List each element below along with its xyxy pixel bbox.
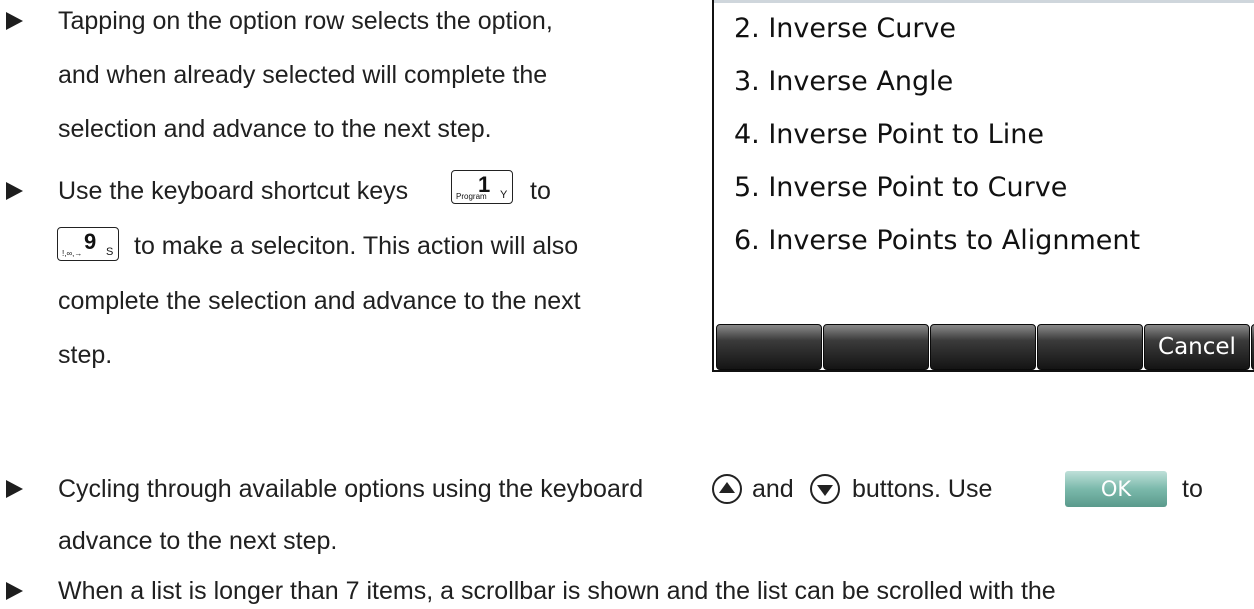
bullet3-line1d: to (1182, 475, 1203, 503)
bullet-icon (6, 182, 23, 200)
key-number: 9 (84, 229, 97, 254)
bullet3-line1a: Cycling through available options using … (58, 475, 644, 503)
bullet2-line3: complete the selection and advance to th… (58, 287, 581, 315)
softkey-1[interactable] (716, 324, 822, 370)
bullet2-line1b: to (530, 177, 551, 205)
key-1-icon: 1 Program Y (451, 170, 513, 204)
bullet2-line4: step. (58, 341, 113, 369)
bullet3-line1b: and (752, 475, 794, 503)
up-arrow-button-icon (712, 474, 742, 504)
bullet2-line1a: Use the keyboard shortcut keys (58, 177, 409, 205)
bullet1-line3: selection and advance to the next step. (58, 115, 492, 143)
key-alpha-label: S (106, 246, 114, 258)
softkey-bar: Cancel (714, 324, 1254, 370)
bullet3-line1c: buttons. Use (852, 475, 993, 503)
softkey-4[interactable] (1037, 324, 1143, 370)
bullet3-line2: advance to the next step. (58, 527, 338, 555)
bullet-icon (6, 582, 23, 600)
cancel-softkey[interactable]: Cancel (1144, 324, 1250, 370)
option-row[interactable]: 4. Inverse Point to Line (734, 118, 1044, 152)
key-9-icon: 9 !,∞,→ S (57, 227, 119, 261)
key-alpha-label: Y (500, 189, 508, 201)
option-row[interactable]: 5. Inverse Point to Curve (734, 171, 1067, 205)
bullet-icon (6, 12, 23, 30)
option-row[interactable]: 3. Inverse Angle (734, 65, 953, 99)
softkey-3[interactable] (930, 324, 1036, 370)
softkey-2[interactable] (823, 324, 929, 370)
down-arrow-button-icon (810, 474, 840, 504)
bullet2-line2: to make a seleciton. This action will al… (134, 232, 579, 260)
bullet1-line1: Tapping on the option row selects the op… (58, 7, 553, 35)
header-divider (714, 0, 1254, 3)
bullet-icon (6, 480, 23, 498)
ok-button-icon: OK (1065, 471, 1167, 507)
calculator-screen: 2. Inverse Curve 3. Inverse Angle 4. Inv… (712, 0, 1254, 372)
key-sub-label: Program (456, 192, 487, 201)
bullet1-line2: and when already selected will complete … (58, 61, 548, 89)
option-row[interactable]: 2. Inverse Curve (734, 12, 956, 46)
key-sub-label: !,∞,→ (62, 249, 83, 258)
option-row[interactable]: 6. Inverse Points to Alignment (734, 224, 1140, 258)
bullet4-line1: When a list is longer than 7 items, a sc… (58, 577, 1056, 605)
